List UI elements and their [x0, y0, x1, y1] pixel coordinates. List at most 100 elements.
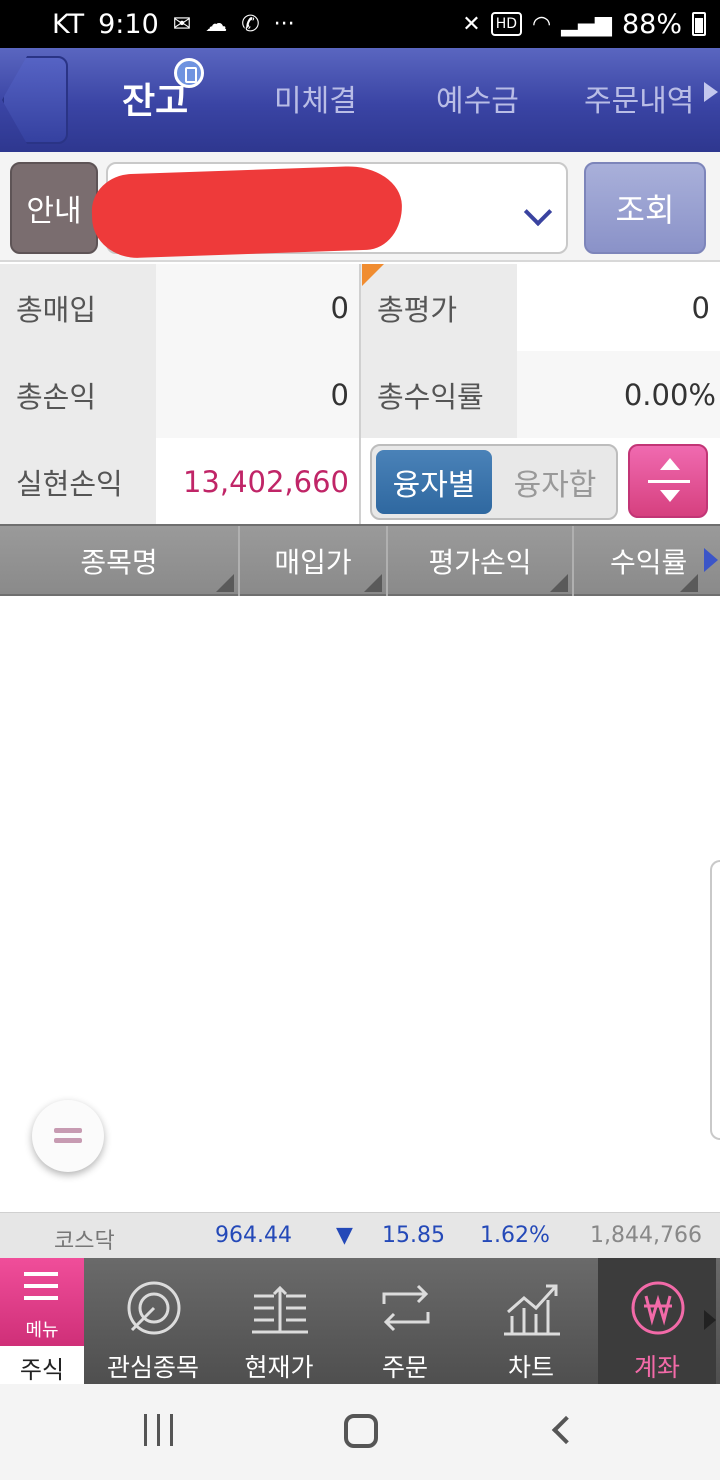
arrow-up-icon — [660, 458, 680, 470]
menu-label: 메뉴 — [25, 1320, 59, 1341]
total-eval-label: 총평가 — [361, 264, 517, 351]
price-list-icon — [252, 1285, 308, 1334]
arrow-down-icon — [660, 490, 680, 502]
total-return-label: 총수익률 — [361, 351, 517, 438]
battery-percent: 88% — [621, 8, 682, 40]
ticker-volume: 1,844,766 — [590, 1223, 702, 1248]
total-pl-label: 총손익 — [0, 351, 156, 438]
loan-toggle: 융자별 융자합 — [370, 444, 618, 520]
realized-pl-label: 실현손익 — [0, 438, 156, 525]
down-arrow-icon: ▼ — [336, 1223, 353, 1248]
summary-divider — [359, 264, 361, 524]
sort-corner-icon — [550, 574, 568, 592]
column-label: 수익률 — [610, 546, 688, 579]
nav-order[interactable]: 주문 — [346, 1258, 464, 1384]
battery-icon — [692, 12, 706, 36]
menu-tile: 메뉴 — [0, 1258, 84, 1346]
column-eval-pl[interactable]: 평가손익 — [388, 526, 574, 596]
tab-scroll-right-icon[interactable] — [704, 82, 718, 102]
realized-pl-value: 13,402,660 — [156, 438, 359, 525]
equal-icon — [54, 1128, 82, 1133]
nav-chart[interactable]: 차트 — [472, 1258, 590, 1384]
column-stock-name[interactable]: 종목명 — [0, 526, 240, 596]
exchange-icon — [382, 1284, 430, 1332]
back-button[interactable] — [2, 56, 68, 144]
watchlist-icon — [127, 1281, 181, 1335]
column-scroll-right-icon[interactable] — [704, 548, 718, 572]
column-purchase-price[interactable]: 매입가 — [240, 526, 388, 596]
redaction-mark — [90, 164, 404, 260]
system-back-button[interactable] — [551, 1415, 581, 1445]
wifi-icon: ◠ — [532, 11, 552, 37]
phone-icon: ✆ — [241, 11, 260, 37]
more-notifications-icon: ··· — [273, 11, 295, 37]
ticker-change-percent: 1.62% — [480, 1223, 550, 1248]
status-left: KT 9:10 ✉ ☁ ✆ ··· — [52, 9, 295, 40]
bottom-nav: 메뉴 주식 관심종목 현재가 주문 차트 계좌 — [0, 1258, 720, 1384]
tab-bar: 잔고 미체결 예수금 주문내역 — [0, 48, 720, 152]
sort-corner-icon — [364, 574, 382, 592]
hamburger-icon-bar — [24, 1284, 58, 1288]
total-purchase-label: 총매입 — [0, 264, 156, 351]
column-label: 평가손익 — [428, 546, 532, 579]
carrier-label: KT — [52, 8, 85, 40]
ticker-index: 964.44 — [215, 1223, 292, 1248]
holdings-list[interactable] — [0, 598, 720, 1210]
nav-label: 현재가 — [244, 1353, 314, 1382]
total-purchase-value: 0 — [156, 264, 359, 351]
system-nav-bar — [0, 1384, 720, 1480]
market-ticker[interactable]: 코스닥 964.44 ▼ 15.85 1.62% 1,844,766 — [0, 1212, 720, 1258]
chart-icon — [504, 1284, 560, 1336]
nav-label: 관심종목 — [106, 1353, 199, 1382]
ticker-change: 15.85 — [382, 1223, 445, 1248]
query-button[interactable]: 조회 — [584, 162, 706, 254]
home-button[interactable] — [344, 1414, 378, 1448]
nav-label: 계좌 — [633, 1353, 680, 1382]
tab-deposit[interactable]: 예수금 — [436, 76, 519, 120]
guide-button[interactable]: 안내 — [10, 162, 98, 254]
won-icon — [631, 1281, 685, 1335]
recent-apps-button[interactable] — [144, 1414, 174, 1446]
tab-order-history[interactable]: 주문내역 — [584, 76, 694, 120]
nav-account[interactable]: 계좌 — [598, 1258, 716, 1384]
column-label: 매입가 — [274, 546, 352, 579]
nav-label: 차트 — [507, 1353, 554, 1382]
status-bar: KT 9:10 ✉ ☁ ✆ ··· ✕ HD ◠ ▂▄▆ 88% — [0, 0, 720, 48]
tab-unfilled[interactable]: 미체결 — [274, 76, 357, 120]
sort-corner-icon — [680, 574, 698, 592]
total-pl-value: 0 — [156, 351, 359, 438]
floating-menu-button[interactable] — [32, 1100, 104, 1172]
mobile-badge-icon — [174, 58, 204, 88]
hd-icon: HD — [490, 12, 523, 36]
balance-summary: 총매입 0 총평가 0 총손익 0 총수익률 0.00% 실현손익 13,402… — [0, 264, 720, 525]
mute-icon: ✕ — [462, 11, 481, 37]
expand-collapse-button[interactable] — [628, 444, 708, 518]
nav-watchlist[interactable]: 관심종목 — [94, 1258, 212, 1384]
nav-current-price[interactable]: 현재가 — [220, 1258, 338, 1384]
holdings-table-header: 종목명 매입가 평가손익 수익률 — [0, 524, 720, 596]
nav-scroll-right-icon[interactable] — [704, 1310, 716, 1330]
column-label: 종목명 — [80, 546, 158, 579]
section-label: 주식 — [19, 1356, 65, 1384]
column-return[interactable]: 수익률 — [574, 526, 720, 596]
total-eval-value: 0 — [517, 264, 720, 351]
chevron-down-icon[interactable] — [523, 197, 553, 227]
corner-marker — [362, 264, 384, 286]
equal-icon-bar — [54, 1138, 82, 1143]
status-right: ✕ HD ◠ ▂▄▆ 88% — [462, 9, 706, 40]
clock: 9:10 — [98, 8, 159, 40]
volte-icon: ✉ — [172, 11, 192, 37]
toggle-loan-sum[interactable]: 융자합 — [496, 450, 614, 514]
divider-line — [648, 480, 690, 483]
nav-label: 주문 — [381, 1353, 428, 1382]
side-drawer-handle[interactable] — [710, 860, 720, 1140]
signal-icon: ▂▄▆ — [561, 11, 612, 37]
cloud-icon: ☁ — [205, 11, 228, 37]
ticker-market-name: 코스닥 — [54, 1229, 115, 1254]
total-return-value: 0.00% — [517, 351, 720, 438]
sort-corner-icon — [216, 574, 234, 592]
toggle-by-loan[interactable]: 융자별 — [376, 450, 492, 514]
hamburger-icon — [24, 1272, 58, 1276]
menu-button[interactable]: 메뉴 주식 — [0, 1258, 84, 1384]
hamburger-icon-bar — [24, 1296, 58, 1300]
